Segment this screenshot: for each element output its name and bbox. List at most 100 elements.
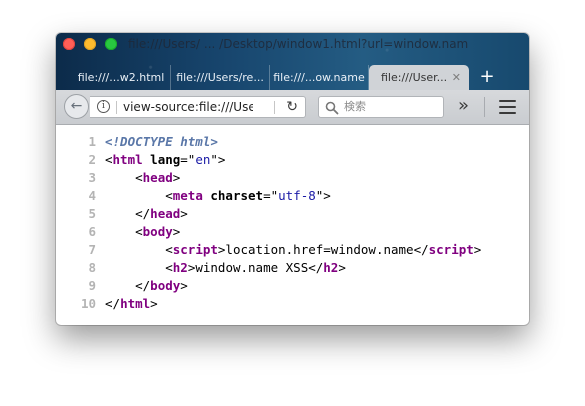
- code-token: >: [180, 206, 188, 221]
- code-token: <: [165, 260, 173, 275]
- tab[interactable]: file:///Users/re...: [171, 65, 270, 90]
- source-code: </head>: [105, 205, 188, 223]
- code-token: script: [172, 242, 218, 257]
- back-button[interactable]: ←: [64, 94, 89, 119]
- line-number: 6: [88, 224, 96, 239]
- code-token: meta: [172, 188, 203, 203]
- code-token: <: [135, 224, 143, 239]
- code-token: >window.name XSS</: [187, 260, 324, 275]
- code-token: >location.href=window.name</: [217, 242, 429, 257]
- source-code: <body>: [105, 223, 180, 241]
- tab-strip: file:///...w2.html file:///Users/re... f…: [72, 63, 529, 90]
- tab-label: file:///User...: [381, 71, 448, 84]
- code-token: en: [195, 152, 211, 167]
- code-token: >: [172, 224, 181, 239]
- source-code: <html lang="en">: [105, 151, 225, 169]
- code-token: h2: [323, 260, 339, 275]
- code-token: <: [105, 152, 113, 167]
- search-bar[interactable]: 検索: [318, 96, 444, 118]
- code-token: <: [165, 188, 173, 203]
- close-tab-icon[interactable]: ✕: [452, 65, 461, 90]
- url-divider: [274, 101, 275, 114]
- source-line: 8 <h2>window.name XSS</h2>: [56, 259, 529, 277]
- code-token: <!DOCTYPE html>: [105, 134, 218, 149]
- url-divider: [116, 101, 117, 114]
- code-token: =": [180, 152, 196, 167]
- code-token: ">: [210, 152, 226, 167]
- line-number: 2: [88, 152, 96, 167]
- source-line: 1 <!DOCTYPE html>: [56, 133, 529, 151]
- code-token: >: [180, 278, 188, 293]
- overflow-chevron-icon[interactable]: »: [458, 94, 469, 118]
- info-icon[interactable]: i: [97, 100, 110, 113]
- code-token: >: [338, 260, 346, 275]
- code-token: html: [112, 152, 143, 167]
- hamburger-menu-icon[interactable]: [499, 100, 516, 114]
- source-line: 10 </html>: [56, 295, 529, 313]
- code-token: <: [165, 242, 173, 257]
- minimize-window-button[interactable]: [84, 38, 96, 50]
- code-token: >: [473, 242, 482, 257]
- source-line: 5 </head>: [56, 205, 529, 223]
- reload-icon[interactable]: ↻: [286, 97, 298, 117]
- source-code: <script>location.href=window.name</scrip…: [105, 241, 481, 259]
- line-number: 5: [88, 206, 96, 221]
- close-window-button[interactable]: [63, 38, 75, 50]
- source-code: <h2>window.name XSS</h2>: [105, 259, 346, 277]
- code-token: >: [150, 296, 158, 311]
- search-input[interactable]: 検索: [344, 97, 366, 117]
- code-token: =": [263, 188, 279, 203]
- source-line: 6 <body>: [56, 223, 529, 241]
- new-tab-button[interactable]: +: [471, 65, 503, 90]
- title-bar: file:///Users/ ... /Desktop/window1.html…: [56, 33, 529, 90]
- source-code: </html>: [105, 295, 158, 313]
- source-code: <!DOCTYPE html>: [105, 133, 218, 151]
- tab-label: file:///...ow.name: [273, 71, 365, 84]
- source-line: 7 <script>location.href=window.name</scr…: [56, 241, 529, 259]
- code-token: html: [120, 296, 151, 311]
- source-view: 1 <!DOCTYPE html> 2 <html lang="en"> 3 <head…: [56, 125, 529, 325]
- line-number: 10: [80, 296, 96, 311]
- url-input[interactable]: view-source:file:///Use: [123, 97, 253, 117]
- code-token: >: [172, 170, 181, 185]
- code-token: h2: [172, 260, 188, 275]
- tab-label: file:///Users/re...: [176, 71, 264, 84]
- tab-label: file:///...w2.html: [77, 71, 165, 84]
- code-token: ">: [315, 188, 331, 203]
- source-code: <meta charset="utf-8">: [105, 187, 331, 205]
- line-number: 8: [88, 260, 96, 275]
- window-title: file:///Users/ ... /Desktop/window1.html…: [128, 37, 469, 51]
- maximize-window-button[interactable]: [105, 38, 117, 50]
- url-bar[interactable]: i view-source:file:///Use ↻: [90, 96, 306, 118]
- source-line: 9 </body>: [56, 277, 529, 295]
- line-number: 3: [88, 170, 96, 185]
- toolbar-divider: [484, 97, 485, 117]
- nav-toolbar: ← i view-source:file:///Use ↻ 検索 »: [56, 90, 529, 125]
- tab[interactable]: file:///...ow.name: [270, 65, 369, 90]
- line-number: 9: [88, 278, 96, 293]
- code-token: script: [428, 242, 474, 257]
- code-token: lang: [142, 152, 181, 167]
- code-token: </: [105, 296, 121, 311]
- code-token: body: [150, 278, 181, 293]
- code-token: head: [142, 170, 173, 185]
- window-controls: [63, 38, 117, 50]
- code-token: </: [135, 206, 151, 221]
- search-icon: [325, 101, 339, 115]
- line-number: 7: [88, 242, 96, 257]
- source-code: </body>: [105, 277, 188, 295]
- line-number: 1: [88, 134, 96, 149]
- tab-active[interactable]: file:///User... ✕: [369, 65, 469, 90]
- browser-window: file:///Users/ ... /Desktop/window1.html…: [56, 33, 529, 325]
- source-line: 4 <meta charset="utf-8">: [56, 187, 529, 205]
- code-token: body: [142, 224, 173, 239]
- source-code: <head>: [105, 169, 180, 187]
- code-token: charset: [202, 188, 264, 203]
- tab[interactable]: file:///...w2.html: [72, 65, 171, 90]
